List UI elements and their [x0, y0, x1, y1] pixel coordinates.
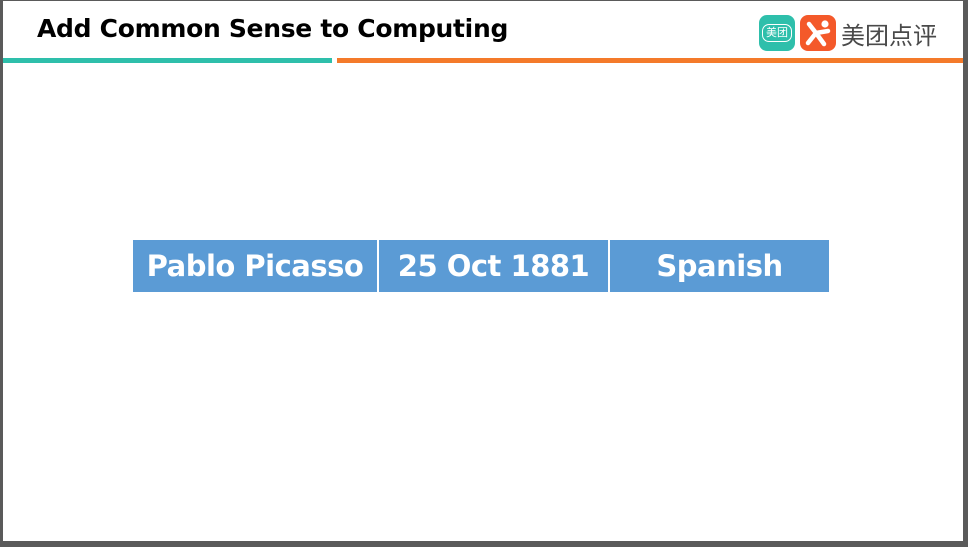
fact-row: Pablo Picasso 25 Oct 1881 Spanish [133, 240, 829, 292]
fact-cell-nationality: Spanish [610, 240, 829, 292]
slide: Add Common Sense to Computing 美团 美团点评 Pa… [3, 1, 963, 541]
brand-logo: 美团 美团点评 [759, 14, 937, 52]
title-underline-orange [337, 58, 963, 63]
fact-cell-birthdate: 25 Oct 1881 [379, 240, 608, 292]
meituan-logo-text: 美团 [762, 24, 792, 42]
title-underline-teal [3, 58, 332, 63]
slide-title: Add Common Sense to Computing [37, 14, 509, 43]
meituan-logo-icon: 美团 [759, 15, 795, 51]
fact-cell-name: Pablo Picasso [133, 240, 377, 292]
brand-name: 美团点评 [841, 21, 937, 50]
dianping-logo-icon [800, 15, 836, 51]
